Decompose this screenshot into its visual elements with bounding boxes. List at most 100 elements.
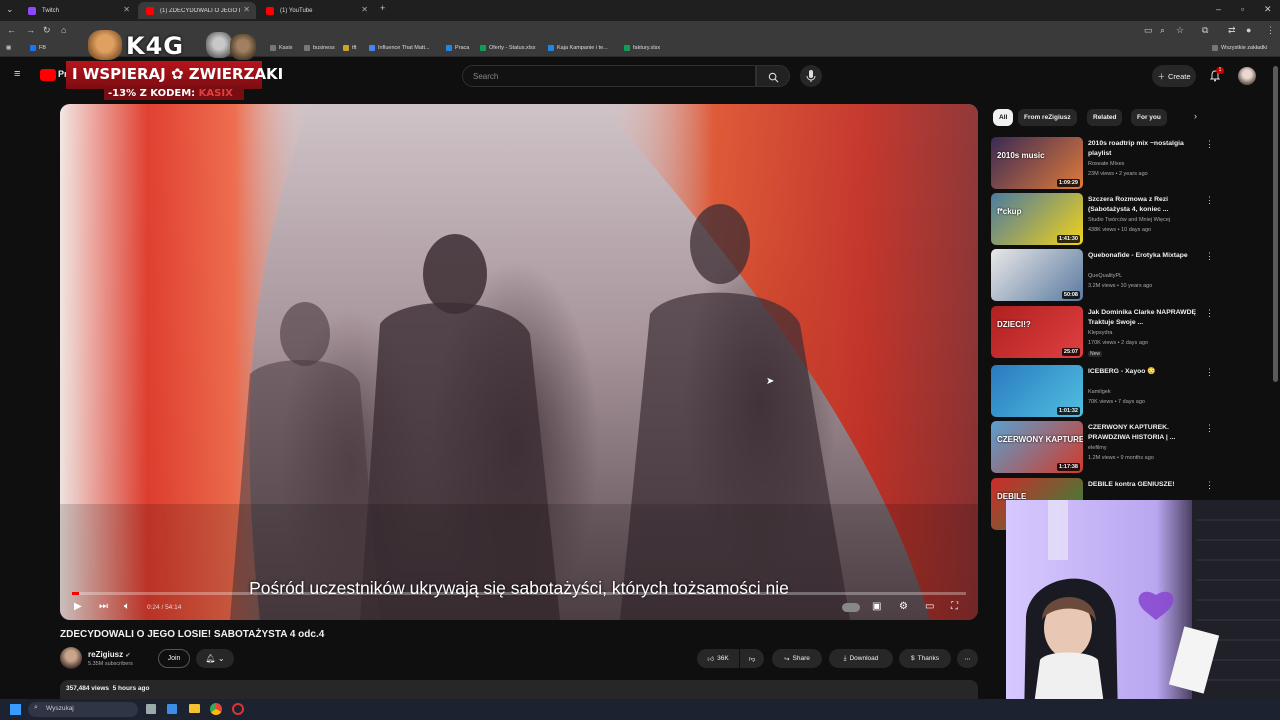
more-options-icon[interactable]: ⋮ [1205, 480, 1214, 491]
share-button[interactable]: ↪ Share [772, 649, 822, 668]
settings-icon[interactable]: ⚙ [899, 601, 908, 612]
chip-related[interactable]: Related [1087, 109, 1123, 126]
recommendation-channel[interactable]: elefilmy [1088, 445, 1107, 451]
recommendation-title[interactable]: Jak Dominika Clarke NAPRAWDĘ Traktuje Sw… [1088, 308, 1206, 328]
captions-icon[interactable]: ▣ [872, 601, 881, 612]
more-options-icon[interactable]: ⋮ [1205, 308, 1214, 319]
close-window-icon[interactable]: ✕ [1264, 4, 1272, 15]
star-icon[interactable]: ☆ [1176, 25, 1184, 36]
page-scrollbar[interactable] [1273, 66, 1278, 382]
recommendation-channel[interactable]: Roseate Mixes [1088, 161, 1124, 167]
bookmark-tft[interactable]: tft [343, 45, 357, 51]
download-button[interactable]: ⤓ Download [829, 649, 893, 668]
search-input[interactable]: Search [462, 65, 756, 87]
channel-name[interactable]: reZigiusz ✔ [88, 650, 130, 659]
more-options-icon[interactable]: ⋮ [1205, 251, 1214, 262]
video-thumbnail[interactable]: 50:08 [991, 249, 1083, 301]
tab-current-video[interactable]: (1) ZDECYDOWALI O JEGO LOSIE! ✕ [138, 2, 256, 19]
video-thumbnail[interactable]: f*ckup 1:41:30 [991, 193, 1083, 245]
join-button[interactable]: Join [158, 649, 190, 668]
bookmark-business[interactable]: business [304, 45, 335, 51]
all-bookmarks[interactable]: Wszystkie zakładki [1212, 45, 1267, 51]
recommendation-title[interactable]: CZERWONY KAPTUREK. PRAWDZIWA HISTORIA | … [1088, 423, 1206, 443]
recommendation-title[interactable]: ICEBERG - Xayoo 😳 [1088, 367, 1206, 377]
recommendation-item[interactable]: 50:08 Quebonafide - Erotyka Mixtape QueQua… [991, 249, 1216, 301]
video-thumbnail[interactable]: 1:01:32 [991, 365, 1083, 417]
play-icon[interactable]: ▶ [74, 601, 82, 612]
bookmark-kaja[interactable]: Kaja Kampanie i te... [548, 45, 608, 51]
recommendation-channel[interactable]: Kamilgek [1088, 389, 1111, 395]
taskbar-search[interactable]: ⌕ Wyszukaj [28, 702, 138, 717]
recommendation-title[interactable]: 2010s roadtrip mix ~nostalgia playlist [1088, 139, 1206, 159]
maximize-icon[interactable]: ▫ [1241, 4, 1244, 14]
recommendation-item[interactable]: DZIECI!? 25:07 Jak Dominika Clarke NAPRAWD… [991, 306, 1216, 358]
task-view-icon[interactable] [146, 704, 156, 714]
sidebar-icon[interactable]: ⇄ [1228, 25, 1236, 36]
windows-start-icon[interactable] [10, 704, 21, 715]
bookmark-oferty[interactable]: Oferty - Status.xlsx [480, 45, 535, 51]
close-icon[interactable]: ✕ [123, 5, 130, 14]
more-options-icon[interactable]: ⋮ [1205, 423, 1214, 434]
next-icon[interactable]: ⏭ [99, 601, 108, 612]
bookmark-praca[interactable]: Praca [446, 45, 469, 51]
more-options-icon[interactable]: ⋮ [1205, 139, 1214, 150]
chip-all[interactable]: All [993, 109, 1014, 126]
apps-icon[interactable]: ▦ [6, 45, 11, 51]
recommendation-channel[interactable]: QueQualityPL [1088, 273, 1122, 279]
recommendation-channel[interactable]: Klepsydra [1088, 330, 1112, 336]
chip-for-you[interactable]: For you [1131, 109, 1167, 126]
recommendation-title[interactable]: DEBILE kontra GENIUSZE! [1088, 480, 1206, 490]
recommendation-item[interactable]: CZERWONY KAPTUREK 1:17:38 CZERWONY KAPTURE… [991, 421, 1216, 473]
extensions-icon[interactable]: ⧉ [1202, 25, 1208, 36]
chevron-right-icon[interactable]: › [1194, 111, 1197, 121]
reload-icon[interactable]: ↻ [43, 25, 51, 36]
chrome-icon[interactable] [210, 703, 222, 715]
bookmark-influence[interactable]: Influence That Matt... [369, 45, 430, 51]
hamburger-menu-icon[interactable]: ≡ [14, 68, 20, 80]
account-avatar[interactable] [1238, 67, 1256, 85]
new-tab-button[interactable]: + [380, 3, 385, 13]
dislike-button[interactable]: 👎︎ [740, 649, 764, 668]
search-button[interactable] [756, 65, 790, 87]
video-thumbnail[interactable]: 2010s music 1:09:29 [991, 137, 1083, 189]
more-options-icon[interactable]: ⋮ [1205, 195, 1214, 206]
bookmark-faktury[interactable]: faktury.xlsx [624, 45, 660, 51]
minimize-icon[interactable]: – [1216, 4, 1221, 14]
profile-icon[interactable]: ● [1246, 25, 1251, 35]
subscribed-bell-button[interactable]: 🔔︎ ⌄ [196, 649, 234, 668]
back-icon[interactable]: ← [7, 25, 16, 35]
autoplay-toggle[interactable] [842, 603, 860, 612]
fullscreen-icon[interactable]: ⛶ [951, 601, 958, 612]
bookmark-fb[interactable]: FB [30, 45, 46, 51]
more-options-icon[interactable]: ⋮ [1205, 367, 1214, 378]
menu-icon[interactable]: ⋮ [1266, 25, 1275, 36]
video-player[interactable]: ➤ Pośród uczestników ukrywają się sabota… [60, 104, 978, 620]
close-icon[interactable]: ✕ [361, 5, 368, 14]
tab-search-icon[interactable]: ⌄ [6, 4, 14, 15]
chip-from-channel[interactable]: From reZigiusz [1018, 109, 1077, 126]
recommendation-item[interactable]: 2010s music 1:09:29 2010s roadtrip mix ~no… [991, 137, 1216, 189]
create-button[interactable]: ＋ Create [1152, 65, 1196, 87]
tab-twitch[interactable]: Twitch ✕ [20, 2, 136, 19]
recommendation-channel[interactable]: Studio Twórców and Mniej Więcej [1088, 217, 1170, 223]
recommendation-item[interactable]: 1:01:32 ICEBERG - Xayoo 😳 Kamilgek 70K view… [991, 365, 1216, 417]
tab-youtube[interactable]: (1) YouTube ✕ [258, 2, 374, 19]
recommendation-title[interactable]: Szczera Rozmowa z Rezi (Sabotażysta 4, k… [1088, 195, 1206, 215]
close-icon[interactable]: ✕ [243, 5, 250, 14]
bookmark-kasix[interactable]: Kasix [270, 45, 292, 51]
volume-icon[interactable]: 🔈︎ [124, 601, 130, 612]
video-thumbnail[interactable]: DZIECI!? 25:07 [991, 306, 1083, 358]
progress-bar[interactable] [72, 592, 966, 595]
voice-search-button[interactable] [800, 65, 822, 87]
cast-icon[interactable]: ▭ [1144, 25, 1153, 36]
forward-icon[interactable]: → [26, 25, 35, 35]
recommendation-item[interactable]: f*ckup 1:41:30 Szczera Rozmowa z Rezi (Sab… [991, 193, 1216, 245]
like-button[interactable]: 👍︎ 36K [697, 649, 739, 668]
theater-mode-icon[interactable]: ▭ [925, 601, 934, 612]
channel-avatar[interactable] [60, 647, 82, 669]
video-thumbnail[interactable]: CZERWONY KAPTUREK 1:17:38 [991, 421, 1083, 473]
recommendation-title[interactable]: Quebonafide - Erotyka Mixtape [1088, 251, 1206, 261]
edge-icon[interactable] [167, 704, 177, 714]
zoom-icon[interactable]: ⌕ [1160, 25, 1165, 36]
thanks-button[interactable]: $ Thanks [899, 649, 951, 668]
